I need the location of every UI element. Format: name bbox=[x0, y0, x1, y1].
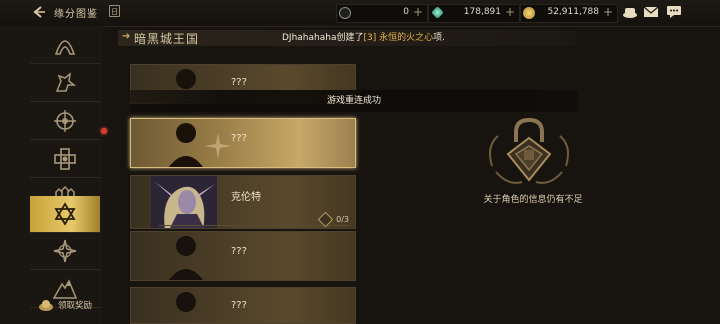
notice-verb: 创建了 bbox=[336, 33, 364, 43]
card-name: ??? bbox=[231, 133, 247, 144]
back-arrow-icon[interactable] bbox=[32, 5, 46, 19]
sidebar bbox=[0, 26, 103, 324]
lock-emblem-icon bbox=[489, 117, 569, 184]
notice-end: 项. bbox=[433, 33, 445, 43]
reconnect-toast: 游戏重连成功 bbox=[130, 90, 578, 112]
sidebar-item-4[interactable] bbox=[30, 140, 100, 178]
sidebar-item-3[interactable] bbox=[30, 102, 100, 140]
card-name: ??? bbox=[231, 246, 247, 257]
currency-gold: 52,911,788 + bbox=[520, 4, 618, 23]
sidebar-item-1[interactable] bbox=[30, 26, 100, 64]
character-card-selected[interactable]: ??? bbox=[130, 118, 356, 168]
hexagram-emblem-icon bbox=[54, 202, 76, 226]
claim-reward-label: 领取奖励 bbox=[58, 301, 93, 311]
c-coin-value: 0 bbox=[403, 7, 409, 17]
card-progress: 0/3 bbox=[336, 215, 349, 224]
gem-icon bbox=[431, 6, 444, 19]
horse-emblem-icon bbox=[55, 71, 77, 92]
character-card-kelunte[interactable]: 克伦特 0/3 bbox=[130, 175, 356, 229]
gem-value: 178,891 bbox=[463, 7, 501, 17]
star-emblem-icon bbox=[53, 239, 77, 262]
currency-gem: 178,891 + bbox=[428, 4, 520, 23]
chat-icon[interactable] bbox=[666, 5, 682, 19]
notice-user: DJhahahaha bbox=[282, 33, 337, 43]
section-title: 暗黑城王国 bbox=[134, 32, 200, 46]
currency-c-coin: 0 + bbox=[336, 4, 428, 23]
sidebar-item-6-active[interactable] bbox=[30, 196, 100, 233]
shop-icon[interactable] bbox=[622, 5, 638, 19]
c-coin-icon bbox=[339, 7, 351, 19]
sidebar-item-2[interactable] bbox=[30, 64, 100, 102]
sparkle-icon bbox=[205, 133, 231, 159]
arch-emblem-icon bbox=[54, 39, 76, 55]
system-notice: DJhahahaha创建了[3] 永恒的火之心项. bbox=[282, 30, 445, 43]
silhouette-icon bbox=[176, 292, 196, 312]
card-name: ??? bbox=[231, 77, 247, 88]
character-card-locked-3[interactable]: ??? bbox=[130, 231, 356, 281]
progress-bar bbox=[159, 225, 351, 226]
card-name: 克伦特 bbox=[231, 192, 261, 203]
claim-reward-button[interactable]: 领取奖励 bbox=[38, 296, 92, 314]
top-bar: 缘分图鉴 日 0 + 178,891 + 52,911,788 + bbox=[0, 0, 720, 27]
silhouette-icon bbox=[169, 123, 203, 167]
cross-emblem-icon bbox=[54, 147, 76, 170]
section-arrow-icon: ➔ bbox=[122, 31, 131, 42]
notification-dot bbox=[101, 128, 107, 134]
c-coin-add-button[interactable]: + bbox=[413, 5, 423, 19]
character-portrait bbox=[151, 176, 217, 228]
sidebar-item-7[interactable] bbox=[30, 232, 100, 270]
locked-info-text: 关于角色的信息仍有不足 bbox=[483, 195, 583, 205]
mail-icon[interactable] bbox=[643, 5, 659, 19]
gold-coin-icon bbox=[523, 7, 535, 19]
reward-chest-icon bbox=[39, 300, 53, 311]
compass-emblem-icon bbox=[54, 109, 76, 132]
character-card-locked-4[interactable]: ??? bbox=[130, 287, 356, 324]
card-name: ??? bbox=[231, 300, 247, 311]
page-title: 缘分图鉴 bbox=[54, 9, 98, 20]
silhouette-icon bbox=[169, 236, 203, 280]
gold-add-button[interactable]: + bbox=[603, 5, 613, 19]
gold-value: 52,911,788 bbox=[547, 7, 599, 17]
notice-item: [3] 永恒的火之心 bbox=[363, 33, 434, 43]
calendar-icon[interactable]: 日 bbox=[109, 5, 120, 17]
gem-add-button[interactable]: + bbox=[505, 5, 515, 19]
